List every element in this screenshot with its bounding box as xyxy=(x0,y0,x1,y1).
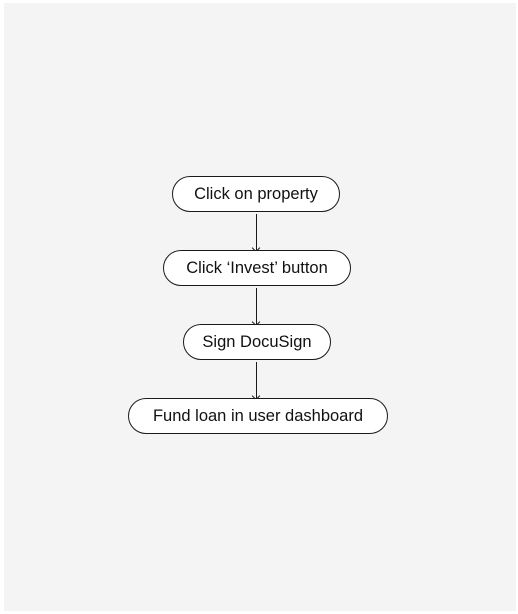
step-fund-loan-in-user-dashboard: Fund loan in user dashboard xyxy=(128,398,388,434)
arrow-step1-to-step2 xyxy=(256,214,257,250)
step-label: Fund loan in user dashboard xyxy=(152,406,364,425)
step-label: Click on property xyxy=(194,184,318,203)
step-label: Click ‘Invest’ button xyxy=(186,258,328,277)
arrow-step3-to-step4 xyxy=(256,362,257,398)
step-click-invest-button: Click ‘Invest’ button xyxy=(163,250,351,286)
arrow-step2-to-step3 xyxy=(256,288,257,324)
step-label: Sign DocuSign xyxy=(202,332,312,351)
step-click-on-property: Click on property xyxy=(172,176,340,212)
step-sign-docusign: Sign DocuSign xyxy=(183,324,331,360)
flowchart-canvas: Click on property Click ‘Invest’ button … xyxy=(4,3,516,611)
